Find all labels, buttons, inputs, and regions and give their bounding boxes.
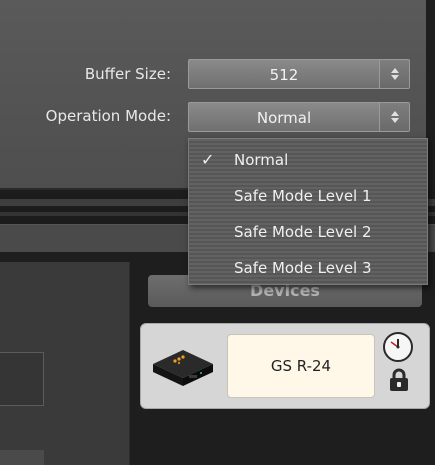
chevron-down-icon	[391, 118, 399, 123]
buffer-size-value: 512	[269, 66, 299, 84]
left-pane-box	[0, 352, 44, 406]
audio-interface-device-icon	[153, 350, 213, 386]
menu-item-safe-mode-1[interactable]: Safe Mode Level 1	[189, 177, 427, 213]
chevron-down-icon	[391, 75, 399, 80]
operation-mode-label: Operation Mode:	[45, 107, 171, 125]
left-pane-footer	[0, 450, 44, 465]
buffer-size-label: Buffer Size:	[84, 65, 171, 83]
buffer-size-stepper[interactable]	[379, 60, 409, 88]
chevron-up-icon	[391, 111, 399, 116]
menu-item-label: Safe Mode Level 3	[234, 259, 372, 277]
menu-item-label: Safe Mode Level 1	[234, 187, 372, 205]
operation-mode-dropdown: ✓ Normal Safe Mode Level 1 Safe Mode Lev…	[188, 138, 428, 285]
operation-mode-stepper[interactable]	[379, 103, 409, 131]
checkmark-icon: ✓	[201, 150, 215, 169]
menu-item-safe-mode-2[interactable]: Safe Mode Level 2	[189, 213, 427, 249]
device-card[interactable]: GS R-24	[140, 323, 430, 409]
lock-icon[interactable]	[388, 368, 410, 392]
operation-mode-select[interactable]: Normal	[188, 102, 410, 132]
menu-item-normal[interactable]: ✓ Normal	[189, 141, 427, 177]
menu-item-safe-mode-3[interactable]: Safe Mode Level 3	[189, 249, 427, 285]
clock-icon[interactable]	[382, 331, 414, 363]
operation-mode-value: Normal	[256, 109, 312, 127]
buffer-size-select[interactable]: 512	[188, 59, 410, 89]
chevron-up-icon	[391, 68, 399, 73]
device-name: GS R-24	[227, 334, 375, 398]
menu-item-label: Safe Mode Level 2	[234, 223, 372, 241]
menu-item-label: Normal	[234, 151, 289, 169]
